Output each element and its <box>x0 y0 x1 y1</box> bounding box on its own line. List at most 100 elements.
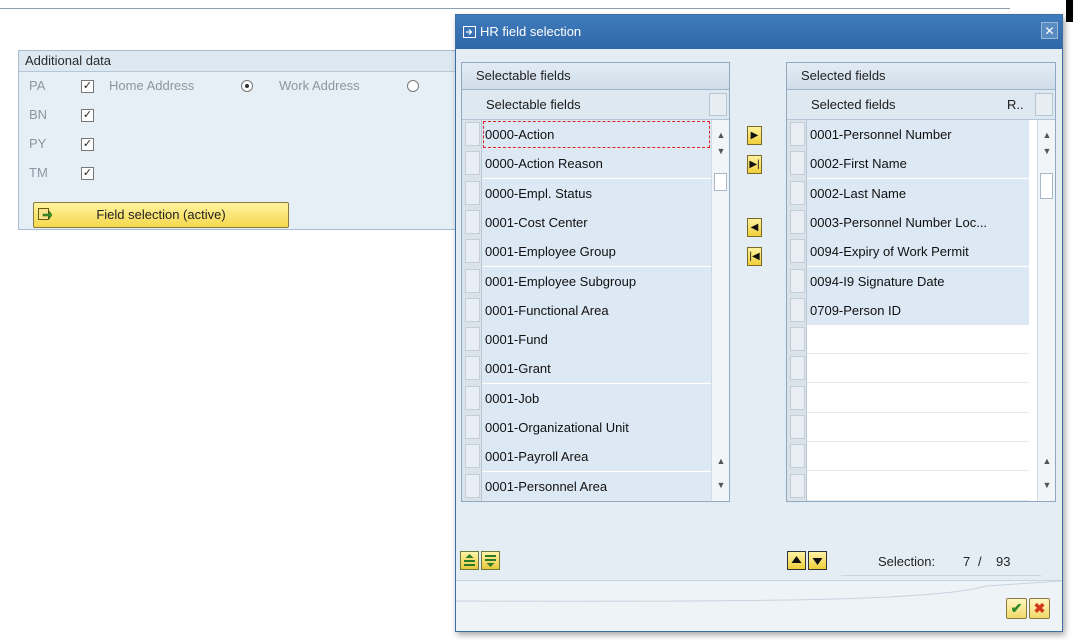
scroll-down-icon[interactable]: ▼ <box>714 144 728 158</box>
move-down-icon[interactable] <box>808 551 827 570</box>
selection-count: 7 <box>963 554 971 569</box>
move-all-left-icon[interactable]: |◀ <box>747 247 762 266</box>
row-selector[interactable] <box>465 122 480 146</box>
selectable-fields-grid: Selectable fields Selectable fields 0000… <box>461 62 730 502</box>
table-row[interactable]: 0001-Cost Center <box>482 207 711 237</box>
sort-descending-glyph <box>485 555 496 567</box>
selected-column-label: Selected fields <box>811 97 896 112</box>
row-selector[interactable] <box>790 415 805 439</box>
home-address-radio[interactable] <box>241 80 253 92</box>
row-selector[interactable] <box>465 444 480 469</box>
table-row[interactable]: 0001-Job <box>482 383 711 413</box>
table-row[interactable]: 0094-I9 Signature Date <box>807 266 1029 296</box>
scroll-page-down-icon[interactable]: ▼ <box>714 478 728 492</box>
scroll-thumb[interactable] <box>1040 173 1053 199</box>
row-selector[interactable] <box>790 327 805 352</box>
pa-checkbox[interactable]: ✓ <box>81 80 94 93</box>
scroll-down-icon[interactable]: ▼ <box>1040 144 1054 158</box>
additional-data-panel: Additional data PA ✓ Home Address Work A… <box>18 50 460 230</box>
dialog-title-bar[interactable]: HR field selection ✕ <box>456 15 1062 49</box>
selected-panel-title: Selected fields <box>787 63 1055 90</box>
arrow-down-glyph <box>812 558 823 565</box>
row-selector[interactable] <box>465 239 480 264</box>
row-selector[interactable] <box>790 297 805 322</box>
selected-fields-grid: Selected fields Selected fields R.. 0001… <box>786 62 1056 502</box>
row-code: PY <box>29 136 47 151</box>
field-selection-button[interactable]: Field selection (active) <box>33 202 289 228</box>
row-selector[interactable] <box>790 385 805 410</box>
table-row[interactable]: 0001-Functional Area <box>482 295 711 325</box>
column-settings-icon[interactable] <box>709 93 727 116</box>
column-settings-icon[interactable] <box>1035 93 1053 116</box>
bn-checkbox[interactable]: ✓ <box>81 109 94 122</box>
row-selector[interactable] <box>790 356 805 381</box>
move-up-icon[interactable] <box>787 551 806 570</box>
scroll-thumb[interactable] <box>714 173 727 191</box>
row-selector[interactable] <box>790 122 805 146</box>
row-selector[interactable] <box>790 180 805 205</box>
scroll-up-icon[interactable]: ▲ <box>1040 128 1054 142</box>
row-selector[interactable] <box>465 356 480 381</box>
work-address-radio[interactable] <box>407 80 419 92</box>
scroll-page-down-icon[interactable]: ▼ <box>1040 478 1054 492</box>
row-selector[interactable] <box>465 297 480 322</box>
py-checkbox[interactable]: ✓ <box>81 138 94 151</box>
table-row[interactable]: 0001-Grant <box>482 354 711 384</box>
empty-row <box>807 472 1029 501</box>
selected-column-label-2: R.. <box>1007 97 1024 112</box>
scroll-page-up-icon[interactable]: ▲ <box>714 454 728 468</box>
selected-scrollbar[interactable]: ▲ ▼ ▲ ▼ <box>1037 120 1055 501</box>
selectable-panel-title: Selectable fields <box>462 63 729 90</box>
dialog-window-icon <box>463 26 476 38</box>
row-code: BN <box>29 107 48 122</box>
tm-checkbox[interactable]: ✓ <box>81 167 94 180</box>
table-row[interactable]: 0000-Action Reason <box>482 149 711 179</box>
table-row[interactable]: 0001-Employee Group <box>482 237 711 267</box>
cancel-icon[interactable]: ✖ <box>1029 598 1050 619</box>
table-row[interactable]: 0094-Expiry of Work Permit <box>807 237 1029 267</box>
row-selector[interactable] <box>465 151 480 176</box>
sort-descending-icon[interactable] <box>481 551 500 570</box>
footer-swoosh <box>456 581 1062 602</box>
row-selector[interactable] <box>465 180 480 205</box>
close-icon[interactable]: ✕ <box>1041 22 1058 39</box>
move-right-icon[interactable]: ▶ <box>747 126 762 145</box>
confirm-icon[interactable]: ✔ <box>1006 598 1027 619</box>
row-selector[interactable] <box>465 385 480 410</box>
row-selector[interactable] <box>790 209 805 234</box>
row-selector[interactable] <box>465 327 480 352</box>
row-selector[interactable] <box>465 415 480 439</box>
row-selector[interactable] <box>465 268 480 293</box>
table-row[interactable]: 0001-Payroll Area <box>482 442 711 472</box>
scroll-page-up-icon[interactable]: ▲ <box>1040 454 1054 468</box>
row-selector[interactable] <box>790 239 805 264</box>
selectable-column-header: Selectable fields <box>462 90 729 120</box>
table-row[interactable]: 0002-Last Name <box>807 178 1029 208</box>
scroll-up-icon[interactable]: ▲ <box>714 128 728 142</box>
table-row[interactable]: 0001-Personnel Number <box>807 120 1029 149</box>
table-row[interactable]: 0001-Employee Subgroup <box>482 266 711 296</box>
table-row[interactable]: 0002-First Name <box>807 149 1029 179</box>
table-row[interactable]: 0000-Empl. Status <box>482 178 711 208</box>
table-row[interactable]: 0709-Person ID <box>807 295 1029 325</box>
row-selector[interactable] <box>790 268 805 293</box>
row-code: TM <box>29 165 48 180</box>
table-row[interactable]: 0003-Personnel Number Loc... <box>807 207 1029 237</box>
sort-ascending-icon[interactable] <box>460 551 479 570</box>
table-row[interactable]: 0001-Personnel Area <box>482 471 711 501</box>
row-selector[interactable] <box>790 444 805 469</box>
selectable-column-label: Selectable fields <box>486 97 581 112</box>
arrow-up-glyph <box>791 556 802 563</box>
table-row[interactable]: 0001-Organizational Unit <box>482 413 711 442</box>
move-left-icon[interactable]: ◀ <box>747 218 762 237</box>
table-row[interactable]: 0001-Fund <box>482 325 711 355</box>
selectable-scrollbar[interactable]: ▲ ▼ ▲ ▼ <box>711 120 729 501</box>
table-row[interactable]: 0000-Action <box>482 120 711 149</box>
row-selector[interactable] <box>790 473 805 498</box>
move-all-right-icon[interactable]: ▶| <box>747 155 762 174</box>
hr-field-selection-dialog: HR field selection ✕ Selectable fields S… <box>455 14 1063 632</box>
row-selector[interactable] <box>465 473 480 498</box>
row-selector[interactable] <box>790 151 805 176</box>
row-selector[interactable] <box>465 209 480 234</box>
dialog-footer: ✔ ✖ <box>456 580 1062 631</box>
